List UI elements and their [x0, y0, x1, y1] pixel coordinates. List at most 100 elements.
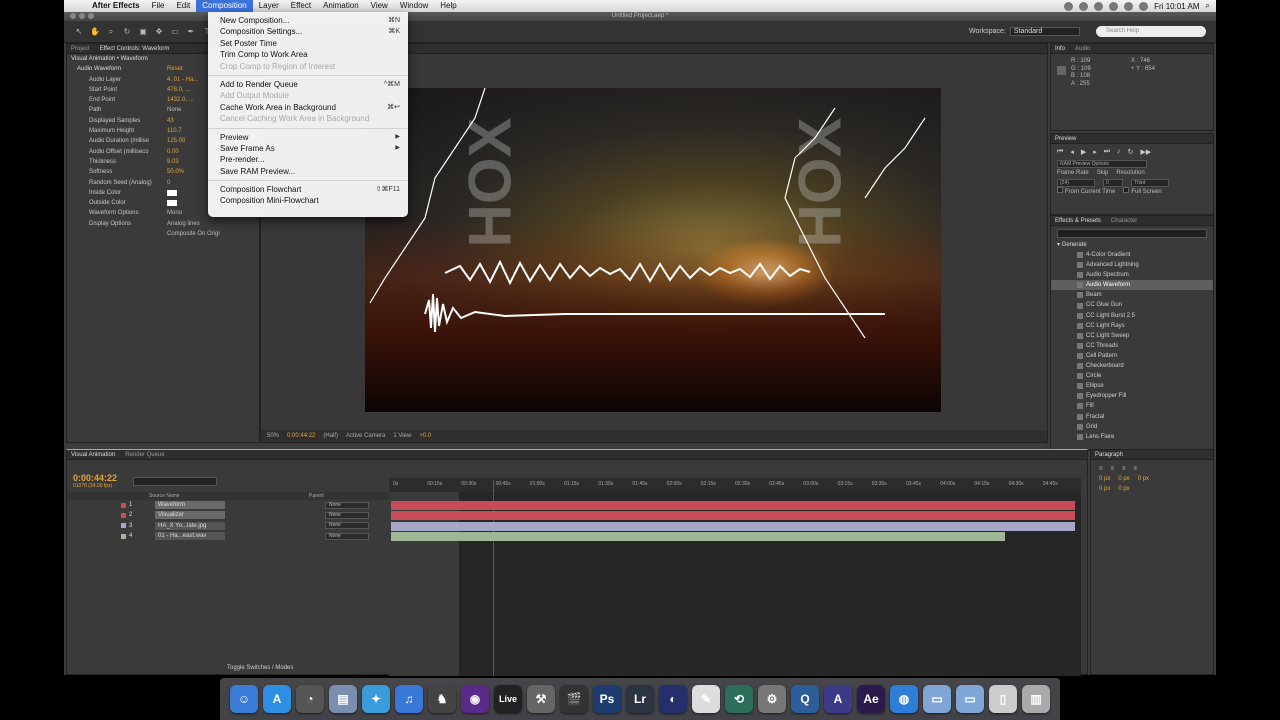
pen-tool-icon[interactable]: ✒: [186, 27, 196, 37]
menu-item-composition-flowchart[interactable]: Composition Flowchart ⇧⌘F11: [208, 184, 408, 195]
downloads-folder-icon[interactable]: ▭: [956, 685, 984, 713]
utility-icon[interactable]: ⚒: [527, 685, 555, 713]
first-frame-icon[interactable]: ⏮: [1057, 148, 1063, 156]
from-current-time-checkbox[interactable]: From Current Time: [1057, 187, 1115, 198]
menu-effect[interactable]: Effect: [285, 0, 317, 12]
layer-parent-dropdown[interactable]: None: [325, 511, 369, 519]
zoom-tool-icon[interactable]: ⌕: [106, 27, 116, 37]
spotlight-icon[interactable]: ⌕: [1206, 1, 1210, 11]
timeline-layer-row[interactable]: 1 Waveform None: [67, 500, 389, 510]
effect-list-item[interactable]: 4-Color Gradient: [1051, 250, 1213, 260]
effect-list-item[interactable]: CC Light Rays: [1051, 321, 1213, 331]
effect-list-item[interactable]: Fractal: [1051, 412, 1213, 422]
property-value[interactable]: 1432.0, ...: [167, 95, 194, 105]
resolution-dropdown[interactable]: (Half): [323, 433, 338, 439]
finder-icon[interactable]: ☺: [230, 685, 258, 713]
trash-icon[interactable]: ▥: [1022, 685, 1050, 713]
layer-name[interactable]: HA_X Yo...late.jpg: [155, 521, 225, 530]
color-swatch[interactable]: [167, 200, 177, 207]
effect-list-item[interactable]: Audio Waveform: [1051, 280, 1213, 291]
menu-item-composition-mini-flowchart[interactable]: Composition Mini-Flowchart: [208, 195, 408, 206]
wifi-icon[interactable]: [1109, 1, 1119, 11]
final-cut-icon[interactable]: 🎬: [560, 685, 588, 713]
timeline-layer-row[interactable]: 3 HA_X Yo...late.jpg None: [67, 521, 389, 531]
safari-icon[interactable]: ✦: [362, 685, 390, 713]
align-center-icon[interactable]: ≡: [1111, 464, 1115, 474]
mask-tool-icon[interactable]: ▭: [170, 27, 180, 37]
app-store-icon[interactable]: A: [263, 685, 291, 713]
menu-item-preview[interactable]: Preview ▶: [208, 132, 408, 143]
effect-list-item[interactable]: Eyedropper Fill: [1051, 391, 1213, 401]
tab-paragraph[interactable]: Paragraph: [1095, 452, 1123, 458]
full-screen-checkbox[interactable]: Full Screen: [1123, 187, 1162, 198]
effect-list-item[interactable]: Fill: [1051, 401, 1213, 411]
photoshop-icon[interactable]: Ps: [593, 685, 621, 713]
layer-parent-dropdown[interactable]: None: [325, 522, 369, 530]
menu-animation[interactable]: Animation: [317, 0, 365, 12]
category-generate[interactable]: ▾ Generate: [1051, 241, 1213, 250]
menu-help[interactable]: Help: [434, 0, 462, 12]
effect-list-item[interactable]: Checkerboard: [1051, 361, 1213, 371]
document-icon[interactable]: ▯: [989, 685, 1017, 713]
system-prefs-icon[interactable]: ⚙: [758, 685, 786, 713]
zoom-dropdown[interactable]: 50%: [267, 433, 279, 439]
rotate-tool-icon[interactable]: ↻: [122, 27, 132, 37]
menu-item-new-composition[interactable]: New Composition... ⌘N: [208, 15, 408, 26]
indent-left-value[interactable]: 0 px: [1099, 474, 1110, 484]
view-layout-dropdown[interactable]: 1 View: [393, 433, 411, 439]
exposure-value[interactable]: +0.0: [419, 433, 431, 439]
menu-item-trim-comp-to-work-area[interactable]: Trim Comp to Work Area: [208, 49, 408, 60]
after-effects-icon[interactable]: Ae: [857, 685, 885, 713]
tab-project[interactable]: Project: [71, 46, 90, 52]
cinema-4d-icon[interactable]: ◐: [659, 685, 687, 713]
frame-rate-dropdown[interactable]: (24): [1057, 179, 1095, 187]
itunes-icon[interactable]: ♫: [395, 685, 423, 713]
layer-name[interactable]: Visualizer: [155, 511, 225, 520]
effect-property-row[interactable]: Composite On Origi: [67, 229, 259, 239]
col-parent[interactable]: Parent: [309, 493, 324, 499]
indent-right-value[interactable]: 0 px: [1118, 474, 1129, 484]
selection-tool-icon[interactable]: ↖: [74, 27, 84, 37]
property-value[interactable]: 110.7: [167, 126, 182, 136]
audio-toggle-icon[interactable]: ♪: [1117, 148, 1121, 156]
effect-list-item[interactable]: Beam: [1051, 290, 1213, 300]
property-value[interactable]: 478.0, ...: [167, 85, 190, 95]
layer-parent-dropdown[interactable]: None: [325, 501, 369, 509]
tab-audio[interactable]: Audio: [1075, 46, 1090, 52]
time-machine-status-icon[interactable]: [1094, 1, 1104, 11]
layer-duration-bar[interactable]: [391, 511, 1075, 521]
bluetooth-icon[interactable]: [1079, 1, 1089, 11]
layer-duration-bar[interactable]: [391, 531, 1005, 541]
menu-item-cache-work-area-in-background[interactable]: Cache Work Area in Background ⌘↩: [208, 102, 408, 113]
ram-preview-icon[interactable]: ▶▶: [1140, 148, 1151, 156]
hand-tool-icon[interactable]: ✋: [90, 27, 100, 37]
tab-character[interactable]: Character: [1111, 218, 1137, 224]
menu-composition[interactable]: Composition: [196, 0, 253, 12]
timeline-layer-row[interactable]: 2 Visualizer None: [67, 510, 389, 520]
reset-button[interactable]: Reset: [167, 64, 183, 74]
tab-render-queue[interactable]: Render Queue: [125, 452, 164, 458]
layer-label-color[interactable]: [121, 523, 126, 529]
property-value[interactable]: 0.00: [167, 147, 179, 157]
property-value[interactable]: 125.00: [167, 136, 185, 146]
quicktime-icon[interactable]: Q: [791, 685, 819, 713]
property-value[interactable]: 50.0%: [167, 167, 184, 177]
current-time-display[interactable]: 0:00:44:22: [287, 433, 315, 439]
timeline-tracks[interactable]: [389, 480, 1081, 676]
next-frame-icon[interactable]: ▸: [1093, 148, 1097, 156]
prev-frame-icon[interactable]: ◂: [1070, 148, 1074, 156]
indent-first-value[interactable]: 0 px: [1138, 474, 1149, 484]
effect-list-item[interactable]: CC Threads: [1051, 341, 1213, 351]
menu-item-save-frame-as[interactable]: Save Frame As ▶: [208, 143, 408, 154]
timeline-search-input[interactable]: [133, 477, 217, 486]
property-value[interactable]: 9.03: [167, 157, 179, 167]
justify-icon[interactable]: ≡: [1134, 464, 1138, 474]
chess-icon[interactable]: ♞: [428, 685, 456, 713]
ableton-live-icon[interactable]: Live: [494, 685, 522, 713]
tab-preview[interactable]: Preview: [1055, 136, 1076, 142]
effect-list-item[interactable]: Lens Flare: [1051, 432, 1213, 442]
layer-parent-dropdown[interactable]: None: [325, 532, 369, 540]
property-value[interactable]: 0: [167, 178, 170, 188]
globe-icon[interactable]: ◍: [890, 685, 918, 713]
effect-list-item[interactable]: CC Light Burst 2.5: [1051, 311, 1213, 321]
